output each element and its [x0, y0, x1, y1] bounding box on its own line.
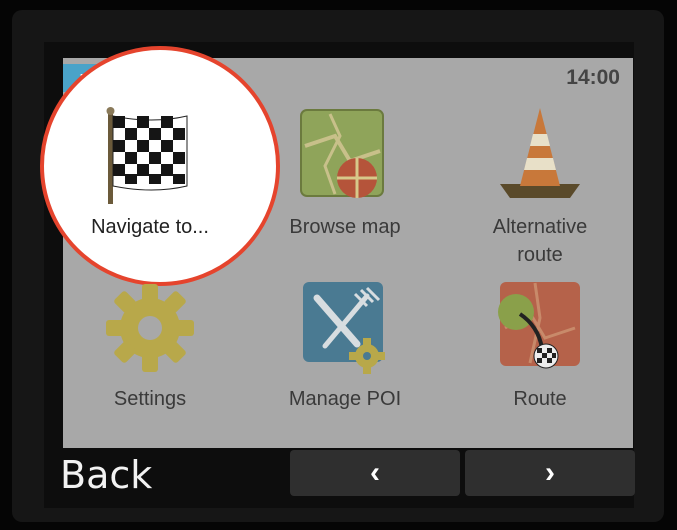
chevron-left-icon: ‹ [370, 456, 380, 489]
menu-item-label: Alternative route [492, 216, 588, 266]
previous-page-button[interactable]: ‹ [290, 450, 460, 496]
menu-item-settings[interactable]: Settings [65, 278, 235, 438]
back-button[interactable]: Back [60, 452, 152, 498]
menu-item-label: Manage POI [288, 388, 402, 410]
next-page-button[interactable]: › [465, 450, 635, 496]
menu-item-label: Settings [113, 388, 187, 410]
menu-item-manage-poi[interactable]: Manage POI [260, 278, 430, 438]
fork-knife-icon [295, 278, 395, 378]
menu-item-label: Browse map [289, 216, 401, 238]
menu-item-route[interactable]: Route [455, 278, 625, 438]
menu-item-browse-map[interactable]: Browse map [260, 106, 430, 266]
menu-item-alternative-route[interactable]: Alternative route [455, 106, 625, 266]
menu-item-navigate-to[interactable]: Navigate to... [65, 106, 235, 266]
gear-icon [100, 278, 200, 378]
chevron-right-icon: › [545, 456, 555, 489]
menu-item-label: Navigate to... [91, 216, 209, 238]
traffic-cone-icon [490, 106, 590, 206]
map-icon [295, 106, 395, 206]
menu-item-label: Route [513, 388, 567, 410]
checkered-flag-icon [100, 106, 200, 206]
clock: 14:00 [566, 66, 620, 89]
route-map-icon [490, 278, 590, 378]
